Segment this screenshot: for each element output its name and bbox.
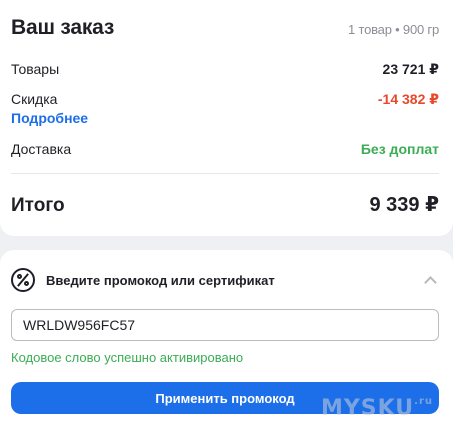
discount-label: Скидка [11,91,58,107]
goods-row: Товары 23 721 ₽ [11,61,439,78]
discount-row: Скидка -14 382 ₽ [11,91,439,108]
goods-label: Товары [11,61,60,77]
goods-value: 23 721 ₽ [382,61,439,77]
order-summary-card: Ваш заказ 1 товар • 900 гр Товары 23 721… [0,0,453,236]
total-row: Итого 9 339 ₽ [11,192,439,217]
delivery-label: Доставка [11,141,72,157]
promo-success-message: Кодовое слово успешно активировано [11,350,244,365]
delivery-value: Без доплат [360,141,439,157]
order-title: Ваш заказ [11,16,115,39]
discount-percent-icon [11,268,35,292]
chevron-up-icon[interactable] [424,275,437,289]
order-meta: 1 товар • 900 гр [348,22,439,37]
discount-value: -14 382 ₽ [377,91,439,107]
divider [11,173,439,174]
order-header: Ваш заказ 1 товар • 900 гр [11,16,439,40]
total-label: Итого [11,195,65,216]
delivery-row: Доставка Без доплат [11,141,439,157]
total-value: 9 339 ₽ [369,194,439,216]
promo-title: Введите промокод или сертификат [46,272,275,288]
promo-code-input[interactable] [11,309,439,341]
watermark: MYSKU.ru [320,396,433,421]
discount-details-link[interactable]: Подробнее [11,110,88,126]
promo-header[interactable]: Введите промокод или сертификат [11,268,439,292]
